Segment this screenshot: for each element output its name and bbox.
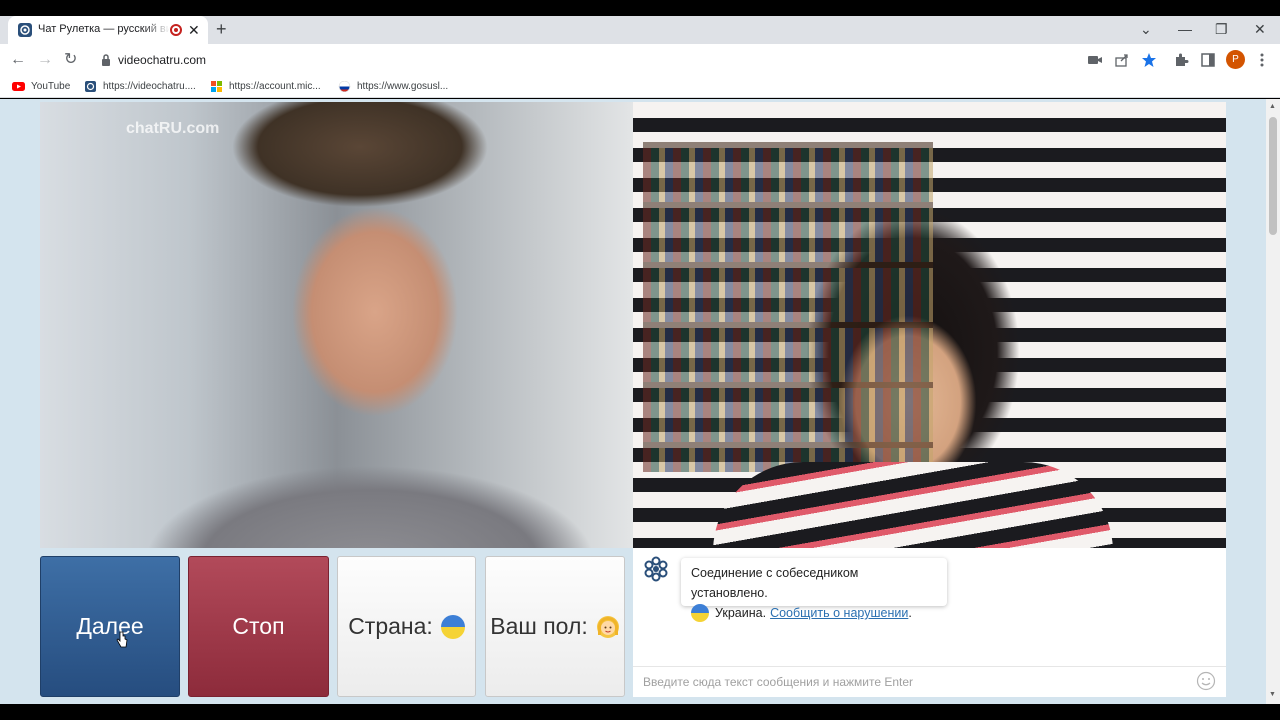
youtube-icon bbox=[12, 81, 25, 91]
bookmark-microsoft[interactable]: https://account.mic... bbox=[210, 79, 321, 95]
bookmark-star-icon[interactable] bbox=[1141, 52, 1157, 68]
bookmark-gosuslugi[interactable]: https://www.gosusl... bbox=[338, 79, 448, 95]
tab-bar: Чат Рулетка — русский видеочат ✕ + ⌄ — ❐… bbox=[0, 16, 1280, 44]
reload-icon[interactable]: ↻ bbox=[64, 50, 77, 70]
period: . bbox=[908, 606, 912, 620]
lock-icon bbox=[102, 54, 110, 66]
microsoft-icon bbox=[211, 80, 222, 92]
russia-flag-icon bbox=[338, 80, 351, 92]
partner-country: Украина. bbox=[715, 606, 767, 620]
videochat-favicon-icon bbox=[85, 80, 96, 92]
address-bar[interactable]: videochatru.com bbox=[118, 53, 206, 67]
ukraine-flag-icon bbox=[440, 614, 465, 639]
back-arrow-icon[interactable]: ← bbox=[10, 50, 26, 70]
new-tab-button[interactable]: + bbox=[216, 19, 227, 39]
chat-message-input[interactable]: Введите сюда текст сообщения и нажмите E… bbox=[633, 666, 1226, 697]
hand-cursor-icon bbox=[116, 631, 128, 648]
page-content: chatRU.com Далее Стоп Страна: Ваш пол: С… bbox=[0, 99, 1280, 704]
profile-avatar[interactable]: P bbox=[1226, 50, 1245, 69]
next-button[interactable]: Далее bbox=[40, 556, 180, 697]
gender-button[interactable]: Ваш пол: bbox=[485, 556, 625, 697]
chat-panel: Соединение с собеседником установлено. У… bbox=[633, 548, 1226, 697]
country-button[interactable]: Страна: bbox=[337, 556, 476, 697]
chat-logo-icon bbox=[644, 556, 668, 582]
page-scrollbar[interactable]: ▲ ▼ bbox=[1266, 99, 1280, 704]
female-face-icon bbox=[596, 615, 619, 638]
emoji-smile-icon[interactable] bbox=[1196, 671, 1216, 691]
bookmarks-bar: YouTube https://videochatru.... https://… bbox=[0, 76, 1280, 98]
bookshelf-background bbox=[643, 142, 933, 472]
remote-video bbox=[633, 102, 1226, 548]
tab-list-icon[interactable]: ⌄ bbox=[1140, 20, 1152, 38]
forward-arrow-icon[interactable]: → bbox=[37, 50, 53, 70]
bookmark-videochatru[interactable]: https://videochatru.... bbox=[84, 79, 196, 95]
recording-icon bbox=[170, 24, 182, 36]
scroll-up-icon[interactable]: ▲ bbox=[1269, 103, 1276, 110]
stop-button[interactable]: Стоп bbox=[188, 556, 329, 697]
report-abuse-link[interactable]: Сообщить о нарушении bbox=[770, 603, 908, 623]
ukraine-flag-icon bbox=[691, 604, 709, 622]
extensions-puzzle-icon[interactable] bbox=[1173, 52, 1189, 68]
tab-close-icon[interactable]: ✕ bbox=[188, 21, 200, 39]
scrollbar-thumb[interactable] bbox=[1269, 117, 1277, 235]
side-panel-icon[interactable] bbox=[1200, 52, 1216, 68]
screen: Чат Рулетка — русский видеочат ✕ + ⌄ — ❐… bbox=[0, 0, 1280, 720]
striped-shirt bbox=[713, 462, 1113, 548]
restore-button[interactable]: ❐ bbox=[1215, 20, 1228, 38]
tab-title: Чат Рулетка — русский видеочат bbox=[38, 23, 170, 35]
connection-text: Соединение с собеседником установлено. bbox=[691, 566, 859, 600]
site-favicon-icon bbox=[18, 23, 32, 37]
system-message: Соединение с собеседником установлено. У… bbox=[681, 558, 947, 622]
close-window-button[interactable]: ✕ bbox=[1254, 20, 1266, 38]
local-video: chatRU.com bbox=[40, 102, 633, 548]
browser-tab[interactable]: Чат Рулетка — русский видеочат ✕ bbox=[8, 16, 208, 44]
browser-toolbar: ← → ↻ videochatru.com P bbox=[0, 44, 1280, 76]
minimize-button[interactable]: — bbox=[1178, 20, 1192, 38]
bookmark-youtube[interactable]: YouTube bbox=[12, 79, 70, 95]
menu-dots-icon[interactable] bbox=[1254, 52, 1270, 68]
camera-icon[interactable] bbox=[1087, 52, 1103, 68]
scroll-down-icon[interactable]: ▼ bbox=[1269, 691, 1276, 698]
share-icon[interactable] bbox=[1114, 52, 1130, 68]
gender-label: Ваш пол: bbox=[490, 613, 588, 639]
watermark-text: chatRU.com bbox=[126, 120, 220, 137]
country-label: Страна: bbox=[348, 613, 433, 639]
